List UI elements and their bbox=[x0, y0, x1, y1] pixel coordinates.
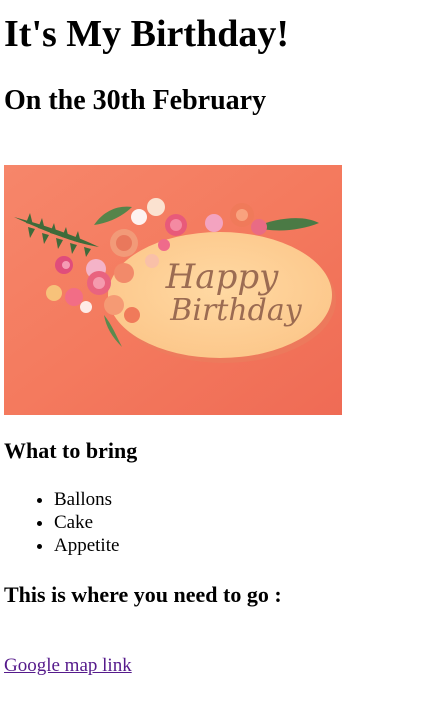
list-item: Cake bbox=[54, 511, 119, 534]
date-heading: On the 30th February bbox=[4, 85, 267, 116]
image-text-birthday: Birthday bbox=[169, 293, 302, 328]
image-text-happy: Happy bbox=[165, 257, 279, 297]
bring-list: Ballons Cake Appetite bbox=[4, 488, 119, 557]
page-title: It's My Birthday! bbox=[4, 13, 289, 55]
bring-heading: What to bring bbox=[4, 438, 138, 463]
list-item: Appetite bbox=[54, 534, 119, 557]
google-map-link[interactable]: Google map link bbox=[4, 654, 132, 677]
list-item: Ballons bbox=[54, 488, 119, 511]
birthday-image: Happy Birthday bbox=[4, 165, 342, 415]
location-heading: This is where you need to go : bbox=[4, 582, 282, 607]
